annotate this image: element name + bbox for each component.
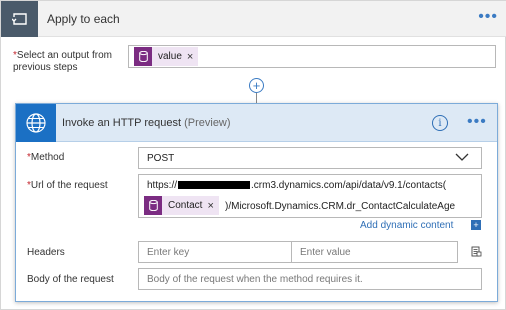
plus-icon: + [252,78,261,93]
contact-token-label: Contact [168,200,203,211]
add-dynamic-content-button[interactable]: + [471,220,481,230]
url-prefix: https:// [147,180,178,191]
header-value-input[interactable]: Enter value [291,241,458,263]
loop-icon [1,1,38,37]
apply-to-each-container: Apply to each ••• *Select an output from… [0,0,506,310]
info-icon[interactable]: i [432,115,448,131]
select-output-label-text: Select an output from previous steps [13,50,112,73]
method-select[interactable]: POST [138,147,482,169]
header-value-placeholder: Enter value [300,247,351,258]
body-input[interactable]: Body of the request when the method requ… [138,268,482,290]
info-glyph: i [438,117,442,129]
header-key-input[interactable]: Enter key [138,241,292,263]
body-placeholder: Body of the request when the method requ… [147,274,363,285]
select-output-input[interactable]: value × [128,45,496,68]
url-suffix: .crm3.dynamics.com/api/data/v9.1/contact… [251,180,447,191]
http-card-header[interactable]: Invoke an HTTP request (Preview) i ••• [16,104,497,142]
redacted-block [178,181,251,190]
contact-token-remove-button[interactable]: × [207,200,218,212]
url-tail: )/Microsoft.Dynamics.CRM.dr_ContactCalcu… [225,201,456,212]
contact-token[interactable]: Contact × [144,196,219,215]
http-card-title-text: Invoke an HTTP request [62,117,182,129]
chevron-down-icon [455,153,469,161]
method-label-text: Method [30,152,65,163]
apply-to-each-title: Apply to each [47,12,120,26]
select-output-label: *Select an output from previous steps [13,50,123,74]
http-card-subtitle: (Preview) [184,117,231,129]
apply-to-each-menu-button[interactable]: ••• [478,9,498,25]
http-card-menu-button[interactable]: ••• [467,114,487,130]
apply-to-each-header[interactable]: Apply to each ••• [1,1,506,37]
add-dynamic-content-link[interactable]: Add dynamic content [360,220,453,231]
value-token-remove-button[interactable]: × [187,51,198,63]
url-label-text: Url of the request [30,180,108,191]
database-icon [144,196,162,215]
database-icon [134,47,152,66]
value-token-label: value [158,51,182,62]
value-token[interactable]: value × [134,47,199,66]
url-label: *Url of the request [27,180,108,192]
switch-to-text-icon[interactable] [471,246,482,257]
method-value: POST [147,153,175,164]
connector-line [256,93,257,103]
add-step-button[interactable]: + [249,78,264,93]
globe-icon [16,104,56,142]
method-label: *Method [27,152,64,164]
body-label: Body of the request [27,274,114,285]
url-input[interactable]: https:// .crm3.dynamics.com/api/data/v9.1… [138,174,482,218]
header-key-placeholder: Enter key [147,247,190,258]
url-line-1: https:// .crm3.dynamics.com/api/data/v9.1… [147,180,446,191]
http-card-title: Invoke an HTTP request (Preview) [62,117,231,129]
headers-label: Headers [27,247,65,258]
